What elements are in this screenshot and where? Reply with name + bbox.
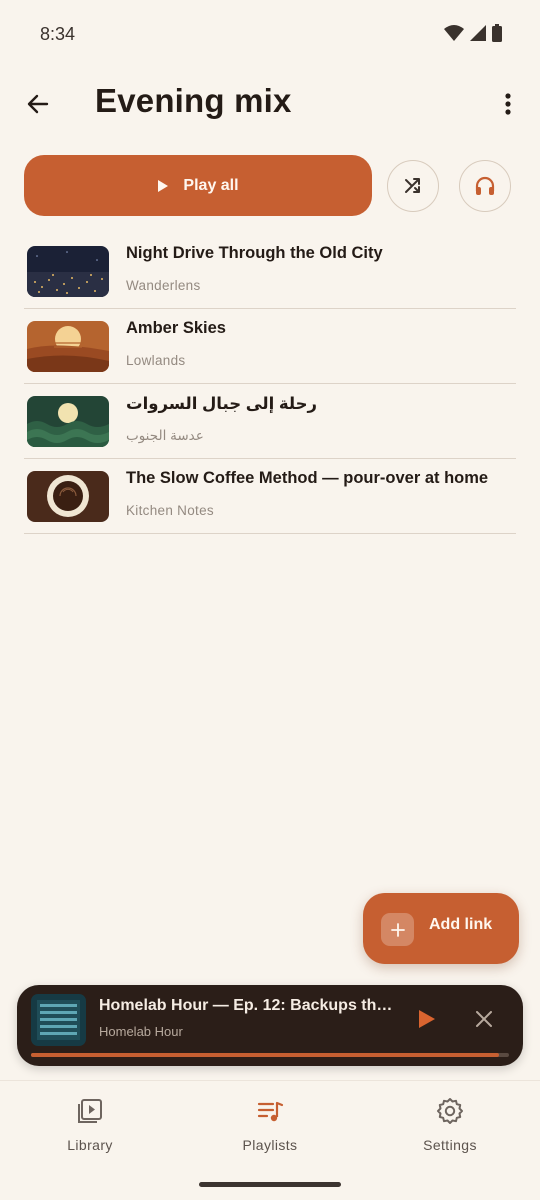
track-title: رحلة إلى جبال السروات [126,395,317,413]
cell-signal-icon [470,25,486,41]
status-time: 8:34 [40,24,76,44]
plus-icon [381,913,414,946]
thumbnail [27,396,109,447]
track-channel: Kitchen Notes [126,503,214,518]
status-bar: 8:34 [0,0,540,68]
nav-label: Library [67,1137,113,1153]
arrow-back-icon [27,94,49,114]
close-icon [476,1011,492,1027]
list-item[interactable]: رحلة إلى جبال السروات عدسة الجنوب [24,384,516,459]
page-title: Evening mix [95,82,292,119]
thumbnail [27,246,109,297]
play-icon [419,1010,435,1028]
more-options-button[interactable] [492,84,524,124]
play-all-label: Play all [183,176,239,194]
nav-label: Settings [423,1137,477,1153]
wifi-icon [444,25,464,41]
mini-player-play-button[interactable] [415,1005,439,1033]
thumbnail [27,471,109,522]
listen-button[interactable] [459,160,511,212]
track-channel: عدسة الجنوب [126,428,204,443]
library-icon [74,1095,106,1127]
status-icons [444,24,502,42]
playlist-icon [254,1095,286,1127]
battery-icon [492,24,502,42]
track-channel: Wanderlens [126,278,201,293]
list-item[interactable]: The Slow Coffee Method — pour-over at ho… [24,459,516,534]
nav-settings[interactable]: Settings [360,1081,540,1171]
shuffle-button[interactable] [387,160,439,212]
back-button[interactable] [18,84,58,124]
play-all-button[interactable]: Play all [24,155,372,216]
mini-player[interactable]: Homelab Hour — Ep. 12: Backups th… Homel… [17,985,523,1066]
nav-label: Playlists [242,1137,298,1153]
gear-icon [434,1095,466,1127]
app-bar: Evening mix [0,68,540,140]
track-channel: Lowlands [126,353,186,368]
add-link-button[interactable]: Add link [363,893,519,964]
mini-player-artwork [31,994,86,1046]
mini-player-title: Homelab Hour — Ep. 12: Backups th… [99,997,393,1014]
play-icon [158,179,169,192]
mini-player-channel: Homelab Hour [99,1024,183,1039]
nav-library[interactable]: Library [0,1081,180,1171]
track-title: Night Drive Through the Old City [126,244,383,262]
headphones-icon [475,176,495,195]
home-indicator [199,1182,341,1187]
track-title: Amber Skies [126,319,226,337]
thumbnail [27,321,109,372]
track-list: Night Drive Through the Old City Wanderl… [24,234,516,534]
mini-player-close-button[interactable] [472,1007,496,1031]
list-item[interactable]: Night Drive Through the Old City Wanderl… [24,234,516,309]
shuffle-icon [405,178,420,193]
list-item[interactable]: Amber Skies Lowlands [24,309,516,384]
track-title: The Slow Coffee Method — pour-over at ho… [126,469,489,487]
add-link-label: Add link [429,916,493,933]
mini-player-progress[interactable] [31,1053,509,1057]
more-vert-icon [505,93,511,115]
mini-player-progress-fill [31,1053,500,1057]
nav-playlists[interactable]: Playlists [180,1081,360,1171]
